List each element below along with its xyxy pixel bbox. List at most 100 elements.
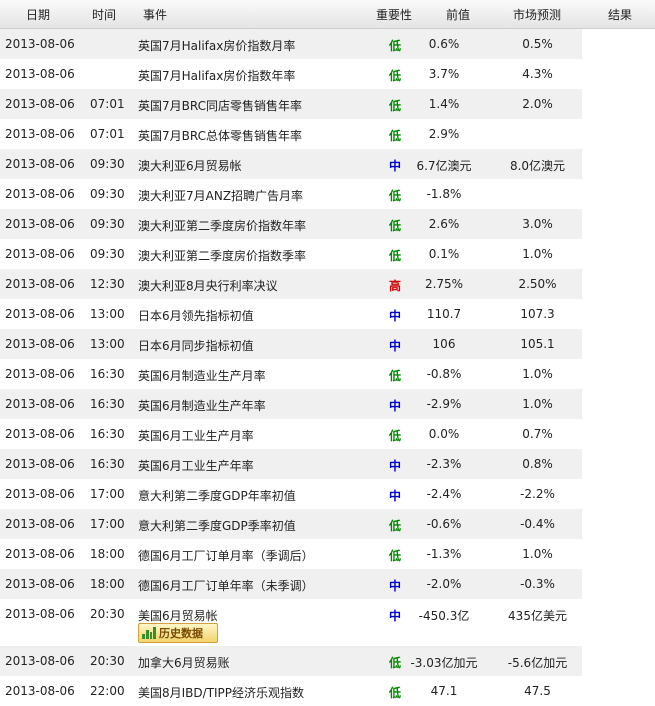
table-row: 2013-08-06 09:30 澳大利亚7月ANZ招聘广告月率 低 -1.8%: [0, 179, 655, 209]
row-previous: -0.6%: [426, 517, 462, 531]
row-previous: 2.6%: [428, 217, 460, 231]
table-row: 2013-08-06 09:30 澳大利亚第二季度房价指数季率 低 0.1% 1.0%: [0, 239, 655, 269]
importance-badge: 低: [388, 69, 401, 83]
row-event: 英国7月Halifax房价指数年率: [138, 69, 296, 83]
row-time: 20:30: [90, 607, 125, 621]
row-event: 英国6月制造业生产月率: [138, 369, 266, 383]
row-time: 16:30: [90, 367, 125, 381]
row-forecast: 0.5%: [522, 37, 553, 51]
row-date: 2013-08-06: [5, 187, 75, 201]
row-date: 2013-08-06: [5, 97, 75, 111]
row-date: 2013-08-06: [5, 547, 75, 561]
row-date: 2013-08-06: [5, 607, 75, 621]
calendar-table-body: 2013-08-06 英国7月Halifax房价指数月率低 0.6% 0.5% 2013…: [0, 29, 655, 706]
row-event: 澳大利亚第二季度房价指数年率: [138, 219, 307, 233]
importance-badge: 低: [388, 219, 401, 233]
table-row: 2013-08-06 17:00 意大利第二季度GDP年率初值 中 -2.4% -2.2%: [0, 479, 655, 509]
row-event: 意大利第二季度GDP年率初值: [138, 489, 296, 503]
row-previous: -3.03亿加元: [410, 656, 478, 670]
row-previous: 3.7%: [428, 67, 460, 81]
importance-badge: 中: [388, 159, 401, 173]
table-row: 2013-08-06 18:00 德国6月工厂订单月率（季调后） 低 -1.3% 1.0%: [0, 539, 655, 569]
table-row: 2013-08-06 09:30 澳大利亚6月贸易帐 中 6.7亿澳元 8.0亿澳元: [0, 149, 655, 179]
row-time: 16:30: [90, 427, 125, 441]
row-date: 2013-08-06: [5, 427, 75, 441]
row-time: 18:00: [90, 577, 125, 591]
row-time: 09:30: [90, 247, 125, 261]
row-forecast: 1.0%: [522, 547, 553, 561]
row-event: 日本6月领先指标初值: [138, 309, 254, 323]
table-row: 2013-08-06 16:30 英国6月制造业生产年率 中 -2.9% 1.0%: [0, 389, 655, 419]
column-time: 时间: [92, 7, 117, 22]
row-date: 2013-08-06: [5, 127, 75, 141]
row-date: 2013-08-06: [5, 337, 75, 351]
row-event: 德国6月工厂订单年率（未季调）: [138, 579, 314, 593]
history-data-button[interactable]: 历史数据: [138, 623, 218, 643]
row-previous: -2.3%: [426, 457, 462, 471]
row-forecast: -5.6亿加元: [507, 656, 568, 670]
row-date: 2013-08-06: [5, 277, 75, 291]
table-row: 2013-08-06 16:30 英国6月工业生产年率 中 -2.3% 0.8%: [0, 449, 655, 479]
row-forecast: -0.3%: [520, 577, 555, 591]
row-forecast: 4.3%: [522, 67, 553, 81]
row-previous: -1.3%: [426, 547, 462, 561]
row-previous: 106: [432, 337, 456, 351]
column-event: 事件: [143, 7, 168, 22]
row-event: 加拿大6月贸易账: [138, 656, 230, 670]
table-row: 2013-08-06 22:00 美国8月IBD/TIPP经济乐观指数 低 47.1 47…: [0, 676, 655, 706]
importance-badge: 中: [388, 609, 401, 623]
row-date: 2013-08-06: [5, 654, 75, 668]
table-row: 2013-08-06 17:00 意大利第二季度GDP季率初值 低 -0.6% -0.4%: [0, 509, 655, 539]
row-time: 22:00: [90, 684, 125, 698]
table-header: 日期 时间 事件 重要性 前值 市场预测 结果: [0, 0, 655, 29]
row-forecast: 0.7%: [522, 427, 553, 441]
row-event: 美国8月IBD/TIPP经济乐观指数: [138, 686, 305, 700]
row-event: 英国6月工业生产年率: [138, 459, 254, 473]
bar-chart-icon: [142, 627, 156, 639]
row-forecast: 3.0%: [522, 217, 553, 231]
row-forecast: -0.4%: [520, 517, 555, 531]
column-result: 结果: [608, 7, 633, 22]
row-previous: 0.0%: [428, 427, 460, 441]
table-row: 2013-08-06 20:30 美国6月贸易帐 中 -450.3亿 435亿美元 历史数据: [0, 599, 655, 646]
importance-badge: 低: [388, 189, 401, 203]
row-time: 17:00: [90, 517, 125, 531]
row-previous: 0.6%: [428, 37, 460, 51]
row-event: 日本6月同步指标初值: [138, 339, 254, 353]
row-forecast: 1.0%: [522, 247, 553, 261]
row-event: 英国7月Halifax房价指数月率: [138, 39, 296, 53]
importance-badge: 低: [388, 249, 401, 263]
row-previous: 0.1%: [428, 247, 460, 261]
row-time: 20:30: [90, 654, 125, 668]
row-time: 13:00: [90, 307, 125, 321]
row-event: 英国6月工业生产月率: [138, 429, 254, 443]
table-row: 2013-08-06 13:00 日本6月领先指标初值 中 110.7 107.3: [0, 299, 655, 329]
row-time: 12:30: [90, 277, 125, 291]
row-time: 09:30: [90, 187, 125, 201]
row-previous: -0.8%: [426, 367, 462, 381]
row-previous: 1.4%: [428, 97, 460, 111]
row-event: 德国6月工厂订单月率（季调后）: [138, 549, 314, 563]
row-event: 澳大利亚6月贸易帐: [138, 159, 242, 173]
row-previous: -2.0%: [426, 577, 462, 591]
row-previous: 110.7: [426, 307, 462, 321]
importance-badge: 低: [388, 99, 401, 113]
importance-badge: 低: [388, 549, 401, 563]
table-row: 2013-08-06 20:30 加拿大6月贸易账 低 -3.03亿加元 -5.6亿加元: [0, 646, 655, 676]
row-time: 17:00: [90, 487, 125, 501]
row-date: 2013-08-06: [5, 684, 75, 698]
row-previous: -2.9%: [426, 397, 462, 411]
row-forecast: -2.2%: [520, 487, 555, 501]
importance-badge: 低: [388, 39, 401, 53]
row-time: 07:01: [90, 127, 125, 141]
row-previous: -2.4%: [426, 487, 462, 501]
row-event: 英国7月BRC同店零售销售年率: [138, 99, 302, 113]
row-previous: -1.8%: [426, 187, 462, 201]
row-previous: 6.7亿澳元: [416, 159, 472, 173]
row-date: 2013-08-06: [5, 397, 75, 411]
row-event: 澳大利亚7月ANZ招聘广告月率: [138, 189, 304, 203]
row-forecast: 8.0亿澳元: [509, 159, 566, 173]
importance-badge: 高: [388, 279, 401, 293]
column-forecast: 市场预测: [513, 7, 562, 22]
row-forecast: 435亿美元: [508, 609, 567, 623]
